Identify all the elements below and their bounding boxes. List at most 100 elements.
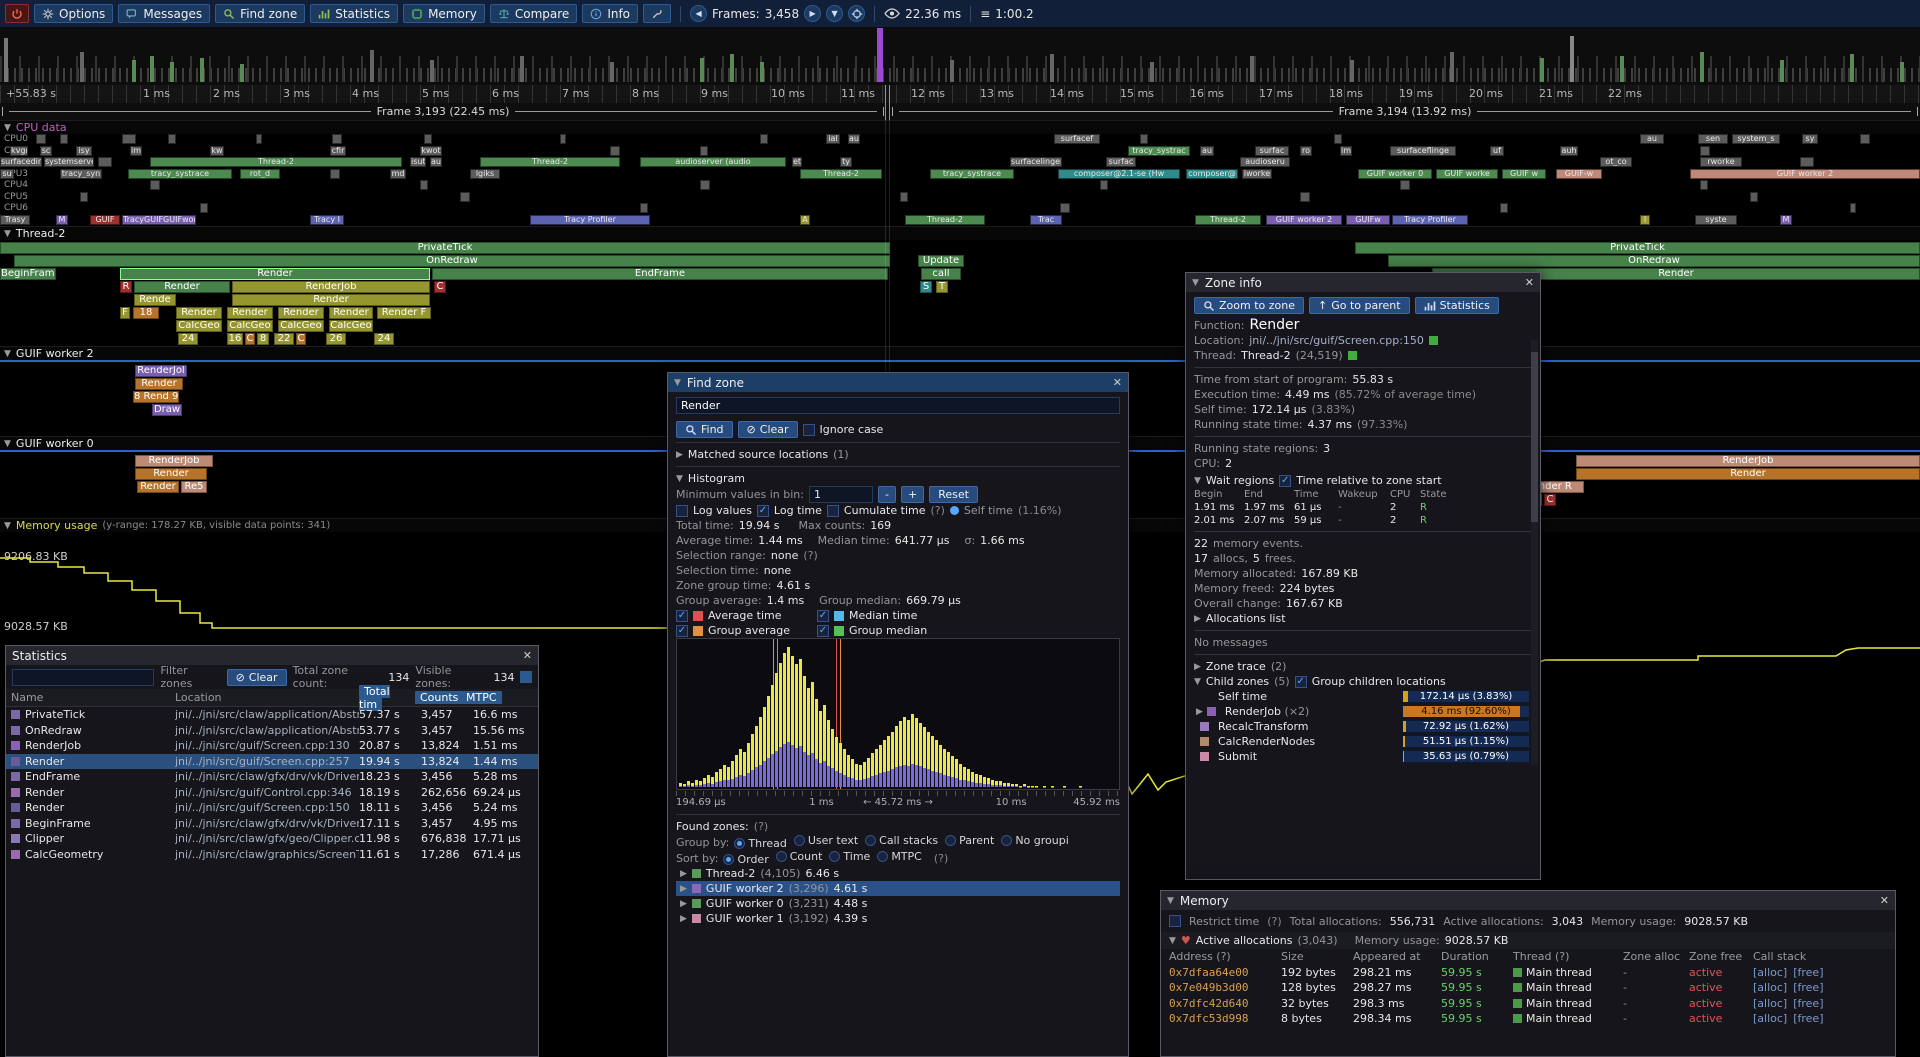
- column-size[interactable]: Size: [1281, 950, 1353, 963]
- zone[interactable]: OnRedraw: [14, 255, 890, 267]
- cpu-zone[interactable]: ot_co: [1600, 157, 1632, 167]
- find-button[interactable]: Find: [676, 421, 733, 438]
- cpu-zone[interactable]: [1334, 134, 1342, 144]
- thread2-track[interactable]: PrivateTickPrivateTickOnRedrawUpdateOnRe…: [0, 240, 1920, 346]
- cpu-zone[interactable]: [98, 157, 112, 167]
- cpu-zone[interactable]: su: [0, 169, 14, 179]
- scrollbar-thumb[interactable]: [1531, 352, 1538, 522]
- cpu-zone[interactable]: [150, 180, 160, 190]
- cpu-zone[interactable]: GUIF worker 2: [1690, 169, 1920, 179]
- zone[interactable]: C: [245, 333, 255, 345]
- column-address[interactable]: Address (?): [1169, 950, 1281, 963]
- cpu-zone[interactable]: [60, 134, 68, 144]
- cpu-data-header[interactable]: ▼CPU data: [0, 120, 1920, 134]
- zone[interactable]: CalcGeo: [176, 320, 222, 332]
- table-row[interactable]: Render jni/../jni/src/guif/Screen.cpp:25…: [6, 754, 538, 770]
- close-icon[interactable]: ✕: [1880, 894, 1889, 907]
- zone[interactable]: S: [920, 281, 932, 293]
- alloc-address[interactable]: 0x7dfaa64e00: [1169, 966, 1281, 979]
- find-zone-histogram[interactable]: [676, 638, 1120, 790]
- cpu-zone[interactable]: ro: [1300, 146, 1312, 156]
- messages-button[interactable]: Messages: [118, 4, 210, 23]
- cpu-zone[interactable]: [900, 192, 908, 202]
- memory-titlebar[interactable]: ▼Memory✕: [1161, 891, 1895, 910]
- cpu-zone[interactable]: [332, 134, 342, 144]
- zone[interactable]: RenderJob: [232, 281, 430, 293]
- zone[interactable]: Re5: [181, 481, 207, 493]
- cpu-zone[interactable]: [36, 134, 46, 144]
- zone[interactable]: Update: [918, 255, 964, 267]
- zone[interactable]: CalcGeo: [227, 320, 273, 332]
- cpu-zone[interactable]: Tracy Profiler: [530, 215, 650, 225]
- cpu-zone[interactable]: tracy_systrace: [930, 169, 1014, 179]
- allocation-row[interactable]: 0x7e049b3d00 128 bytes 298.27 ms 59.95 s…: [1161, 980, 1895, 996]
- zone[interactable]: BeginFrame: [0, 268, 56, 280]
- zone[interactable]: 16: [227, 333, 243, 345]
- cpu-zone[interactable]: Thread-2: [905, 215, 985, 225]
- cpu-zone[interactable]: [1860, 134, 1870, 144]
- cpu-zone[interactable]: [700, 180, 710, 190]
- cpu-zone[interactable]: tracy_systrace: [128, 169, 232, 179]
- column-mtpc[interactable]: MTPC: [461, 691, 502, 704]
- table-row[interactable]: CalcGeometry jni/../jni/src/claw/graphic…: [6, 847, 538, 863]
- zone[interactable]: F: [120, 307, 130, 319]
- column-name[interactable]: Name: [11, 691, 175, 704]
- cpu-zone[interactable]: GUIF: [90, 215, 120, 225]
- group-by-radio[interactable]: User text: [794, 834, 858, 847]
- cpu-zone[interactable]: system_s: [1732, 134, 1780, 144]
- tools-button[interactable]: [643, 4, 671, 23]
- cumulate-time-checkbox[interactable]: [827, 505, 839, 517]
- compare-button[interactable]: Compare: [490, 4, 577, 23]
- zone-trace-collapser[interactable]: ▶Zone trace(2): [1194, 659, 1532, 674]
- zone[interactable]: OnRedraw: [1388, 255, 1920, 267]
- cpu-zone[interactable]: Trasy: [0, 215, 30, 225]
- cpu-zone[interactable]: [330, 169, 340, 179]
- cpu-zone[interactable]: composer@2.1-se (Hw: [1058, 169, 1180, 179]
- cpu-zone[interactable]: rot_d: [240, 169, 280, 179]
- cpu-zone[interactable]: au: [848, 134, 860, 144]
- statistics-titlebar[interactable]: Statistics✕: [6, 646, 538, 665]
- log-values-checkbox[interactable]: [676, 505, 688, 517]
- zone[interactable]: CalcGeo: [278, 320, 324, 332]
- active-allocations-collapser[interactable]: ▼ ♥ Active allocations(3,043) Memory usa…: [1161, 932, 1895, 949]
- cpu-zone[interactable]: kwot: [420, 146, 442, 156]
- zone[interactable]: PrivateTick: [1355, 242, 1920, 254]
- cpu-zone[interactable]: GUIF worke: [1436, 169, 1498, 179]
- zone[interactable]: RenderJol: [135, 365, 187, 377]
- child-zones-collapser[interactable]: ▼Child zones(5)Group children locations: [1194, 674, 1532, 689]
- zone[interactable]: Render: [120, 268, 430, 280]
- frame-histogram[interactable]: [0, 27, 1920, 86]
- statistics-button[interactable]: Statistics: [310, 4, 398, 23]
- column-appeared[interactable]: Appeared at: [1353, 950, 1441, 963]
- prev-frame-button[interactable]: ◀: [690, 5, 707, 22]
- min-bin-increase-button[interactable]: +: [901, 486, 924, 503]
- frame-span[interactable]: Frame 3,193 (22.45 ms): [2, 104, 884, 119]
- min-bin-input[interactable]: 1: [809, 486, 873, 503]
- self-time-toggle[interactable]: [950, 506, 959, 515]
- table-row[interactable]: OnRedraw jni/../jni/src/claw/application…: [6, 723, 538, 739]
- power-button[interactable]: [5, 4, 29, 23]
- cpu-zone[interactable]: au: [430, 157, 442, 167]
- cpu-zone[interactable]: [1850, 203, 1856, 213]
- zone[interactable]: Render: [329, 307, 373, 319]
- table-row[interactable]: PrivateTick jni/../jni/src/claw/applicat…: [6, 707, 538, 723]
- cpu-zone[interactable]: surfacedingr: [0, 157, 42, 167]
- cpu-zone[interactable]: [700, 146, 708, 156]
- zone-info-titlebar[interactable]: ▼Zone info✕: [1186, 273, 1540, 292]
- alloc-address[interactable]: 0x7dfc42d640: [1169, 997, 1281, 1010]
- table-row[interactable]: Render jni/../jni/src/guif/Screen.cpp:15…: [6, 800, 538, 816]
- cpu-zone[interactable]: [1500, 203, 1508, 213]
- cpu-zone[interactable]: GUIF w: [1502, 169, 1546, 179]
- zone[interactable]: Render: [227, 307, 273, 319]
- cpu-zone[interactable]: Thread-2: [150, 157, 402, 167]
- zone[interactable]: Render: [176, 307, 222, 319]
- allocation-row[interactable]: 0x7dfc42d640 32 bytes 298.3 ms 59.95 s M…: [1161, 996, 1895, 1012]
- cpu-zone[interactable]: surfacelinger: [1010, 157, 1062, 167]
- free-callstack-link[interactable]: [free]: [1793, 981, 1823, 994]
- cpu-zone[interactable]: au: [1640, 134, 1664, 144]
- found-zone-group[interactable]: ▶ GUIF worker 2 (3,296) 4.61 s: [676, 881, 1120, 896]
- search-input[interactable]: Render: [676, 397, 1120, 414]
- cpu-zone[interactable]: GUIF worker 0: [1358, 169, 1432, 179]
- cpu-zone[interactable]: iworke: [1242, 169, 1272, 179]
- cpu-zone[interactable]: md: [390, 169, 406, 179]
